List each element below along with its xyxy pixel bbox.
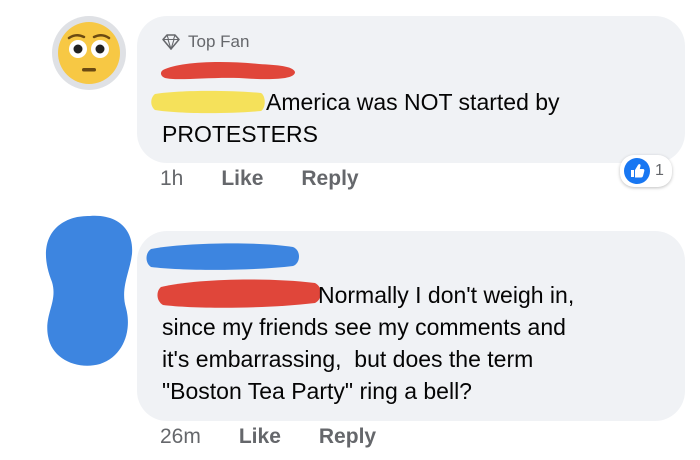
like-button[interactable]: Like [221, 167, 263, 191]
comment-actions: 1h Like Reply [160, 167, 359, 191]
comment-text: America was NOT started by PROTESTERS [162, 89, 560, 147]
thumbs-up-icon [624, 158, 650, 184]
comment-text: Normally I don't weigh in, since my frie… [162, 282, 575, 404]
comment-timestamp[interactable]: 1h [160, 167, 183, 191]
comment-actions: 26m Like Reply [160, 425, 376, 449]
redacted-name [146, 243, 299, 270]
reply-button[interactable]: Reply [301, 167, 358, 191]
redacted-name [160, 62, 295, 80]
reaction-count-value: 1 [655, 162, 664, 179]
comment-bubble: Normally I don't weigh in, since my frie… [137, 231, 685, 421]
reaction-count[interactable]: 1 [620, 155, 672, 187]
like-button[interactable]: Like [239, 425, 281, 449]
top-fan-badge: Top Fan [162, 32, 249, 52]
comment-timestamp[interactable]: 26m [160, 425, 201, 449]
comment-bubble: Top Fan America was NOT started by PROTE… [137, 16, 685, 163]
reply-button[interactable]: Reply [319, 425, 376, 449]
diamond-icon [162, 34, 180, 50]
flushed-face-emoji-avatar[interactable] [52, 16, 126, 90]
badge-label: Top Fan [188, 32, 250, 51]
redacted-avatar[interactable] [38, 210, 138, 370]
